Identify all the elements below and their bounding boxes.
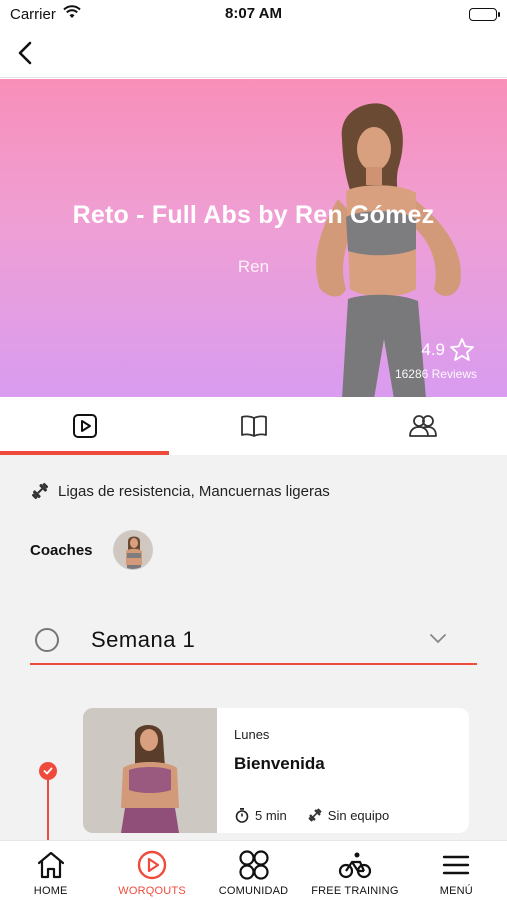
nav-community[interactable]: COMUNIDAD <box>203 841 304 900</box>
battery-icon <box>469 8 500 21</box>
workout-day: Lunes <box>234 727 270 742</box>
bicycle-icon <box>338 852 372 879</box>
tab-workouts[interactable] <box>0 397 169 455</box>
chevron-left-icon <box>18 41 32 65</box>
nav-workouts[interactable]: WORQOUTS <box>101 841 202 900</box>
reviews-count: 16286 Reviews <box>394 367 477 381</box>
nav-community-label: COMUNIDAD <box>218 885 289 897</box>
equipment-row: Ligas de resistencia, Mancuernas ligeras <box>30 481 330 501</box>
program-title: Reto - Full Abs by Ren Gómez <box>72 201 435 229</box>
coach-avatar[interactable] <box>113 530 153 570</box>
program-tabs <box>0 397 507 455</box>
tab-guide[interactable] <box>169 397 338 455</box>
nav-free-training-label: FREE TRAINING <box>311 885 399 897</box>
nav-home[interactable]: HOME <box>0 841 101 900</box>
workout-title: Bienvenida <box>234 754 325 773</box>
book-icon <box>240 415 267 437</box>
play-icon <box>72 414 97 438</box>
program-hero: Reto - Full Abs by Ren Gómez Ren 4.9 162… <box>0 79 507 397</box>
community-icon <box>408 415 437 437</box>
bottom-tab-bar: HOME WORQOUTS COMUNIDAD FREE TRAINING ME… <box>0 840 507 900</box>
week-label: Semana 1 <box>91 627 196 652</box>
dumbbell-icon <box>31 482 49 500</box>
equipment-text-small: Sin equipo <box>327 807 390 823</box>
duration-text: 5 min <box>255 807 287 823</box>
nav-menu-label: MENÚ <box>439 885 473 897</box>
week-radio[interactable] <box>35 628 59 652</box>
stopwatch-icon <box>235 808 249 823</box>
program-content: Ligas de resistencia, Mancuernas ligeras… <box>0 455 507 840</box>
play-circle-icon <box>137 850 167 880</box>
nav-home-label: HOME <box>33 885 68 897</box>
coaches-label: Coaches <box>30 542 93 559</box>
week-accordion[interactable]: Semana 1 <box>30 615 477 665</box>
duration-item: 5 min <box>234 807 287 823</box>
coach-photo <box>114 531 152 569</box>
menu-icon <box>443 855 470 875</box>
home-icon <box>37 851 64 879</box>
nav-menu[interactable]: MENÚ <box>406 841 507 900</box>
dumbbell-icon <box>308 808 322 822</box>
rating-value: 4.9 <box>421 340 445 359</box>
equipment-item: Sin equipo <box>307 807 389 823</box>
workout-meta: 5 min Sin equipo <box>234 807 409 823</box>
chevron-down-icon[interactable] <box>429 631 447 645</box>
clock: 8:07 AM <box>225 5 282 22</box>
equipment-text: Ligas de resistencia, Mancuernas ligeras <box>58 482 330 500</box>
navigation-bar <box>0 30 507 78</box>
workout-card[interactable]: Lunes Bienvenida 5 min Sin equipo <box>83 708 469 833</box>
status-bar: Carrier 8:07 AM <box>0 0 507 30</box>
program-author: Ren <box>237 257 270 276</box>
check-icon[interactable] <box>39 762 57 780</box>
tab-community[interactable] <box>338 397 507 455</box>
workout-thumbnail <box>83 708 217 833</box>
back-button[interactable] <box>12 38 40 68</box>
rating: 4.9 <box>421 337 475 363</box>
nav-workouts-label: WORQOUTS <box>118 885 186 897</box>
star-icon[interactable] <box>449 337 475 363</box>
timeline-line <box>47 775 49 840</box>
circles-icon <box>238 850 269 880</box>
nav-free-training[interactable]: FREE TRAINING <box>304 841 405 900</box>
